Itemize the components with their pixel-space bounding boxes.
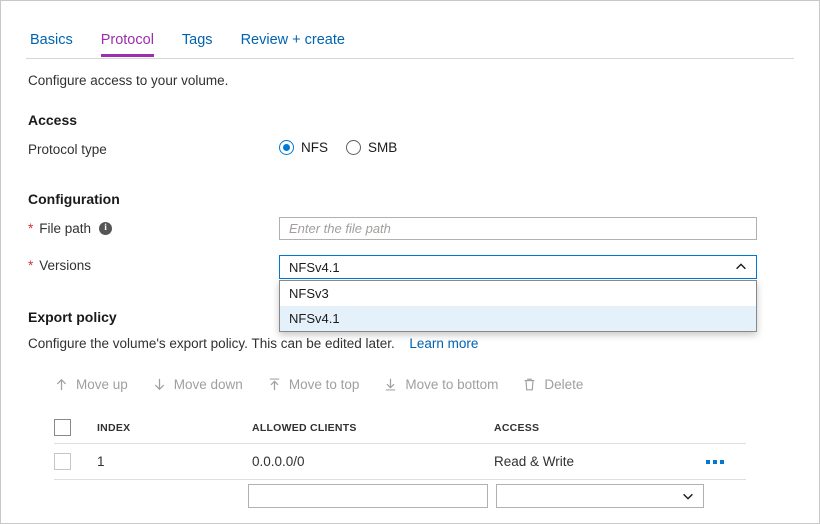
page-intro-text: Configure access to your volume. — [28, 73, 229, 88]
move-up-label: Move up — [76, 377, 128, 392]
tab-basics-label: Basics — [30, 32, 73, 48]
radio-smb-indicator[interactable] — [346, 140, 361, 155]
tab-tags[interactable]: Tags — [168, 32, 227, 57]
versions-dropdown-list: NFSv3 NFSv4.1 — [279, 280, 757, 332]
column-header-index: INDEX — [97, 421, 131, 434]
export-policy-table: INDEX ALLOWED CLIENTS ACCESS 1 0.0.0.0/0… — [54, 412, 746, 480]
arrow-to-top-icon — [267, 377, 282, 392]
column-header-allowed-clients: ALLOWED CLIENTS — [252, 421, 357, 434]
protocol-type-label: Protocol type — [28, 142, 107, 157]
file-path-required-mark: * — [28, 221, 34, 236]
cell-index: 1 — [97, 454, 105, 469]
section-heading-configuration: Configuration — [28, 191, 120, 207]
versions-label: * Versions — [28, 258, 91, 273]
cell-access: Read & Write — [494, 454, 575, 469]
section-heading-export-policy: Export policy — [28, 309, 117, 325]
move-to-bottom-label: Move to bottom — [405, 377, 499, 392]
export-policy-description: Configure the volume's export policy. Th… — [28, 336, 395, 351]
row-checkbox[interactable] — [54, 453, 71, 470]
move-to-bottom-button[interactable]: Move to bottom — [383, 377, 498, 392]
section-heading-access: Access — [28, 112, 78, 128]
tab-review-create-label: Review + create — [240, 32, 345, 48]
versions-selected-value: NFSv4.1 — [289, 259, 340, 275]
tab-divider — [26, 58, 794, 59]
move-to-top-label: Move to top — [288, 377, 360, 392]
versions-label-text: Versions — [39, 258, 92, 273]
delete-button[interactable]: Delete — [522, 377, 583, 392]
protocol-type-label-text: Protocol type — [28, 142, 107, 157]
versions-required-mark: * — [28, 258, 34, 273]
move-to-top-button[interactable]: Move to top — [267, 377, 360, 392]
file-path-input[interactable] — [279, 217, 757, 240]
tab-protocol-label: Protocol — [100, 32, 154, 48]
arrow-to-bottom-icon — [383, 377, 398, 392]
move-up-button[interactable]: Move up — [54, 377, 128, 392]
versions-option-nfsv41-label: NFSv4.1 — [289, 311, 340, 326]
protocol-configuration-page: Basics Protocol Tags Review + create Con… — [0, 0, 820, 524]
chevron-down-icon — [682, 490, 694, 502]
trash-icon — [522, 377, 537, 392]
protocol-type-radio-group: NFS SMB — [279, 140, 397, 155]
export-policy-command-bar: Move up Move down Move to top Move to bo… — [54, 377, 583, 392]
move-down-label: Move down — [173, 377, 243, 392]
new-allowed-clients-input[interactable] — [248, 484, 488, 508]
versions-option-nfsv3-label: NFSv3 — [289, 286, 329, 301]
tab-tags-label: Tags — [181, 32, 213, 48]
tab-bar: Basics Protocol Tags Review + create — [1, 1, 819, 59]
export-policy-description-row: Configure the volume's export policy. Th… — [28, 336, 478, 351]
select-all-checkbox[interactable] — [54, 419, 71, 436]
tab-list: Basics Protocol Tags Review + create — [30, 32, 359, 57]
radio-option-smb[interactable]: SMB — [346, 140, 397, 155]
versions-combobox[interactable]: NFSv4.1 — [279, 255, 757, 279]
radio-nfs-indicator[interactable] — [279, 140, 294, 155]
move-down-button[interactable]: Move down — [152, 377, 243, 392]
versions-option-nfsv3[interactable]: NFSv3 — [280, 281, 756, 306]
file-path-label-text: File path — [39, 221, 92, 236]
radio-option-nfs[interactable]: NFS — [279, 140, 328, 155]
radio-smb-label: SMB — [368, 140, 398, 155]
cell-allowed-clients: 0.0.0.0/0 — [252, 454, 305, 469]
ellipsis-icon[interactable] — [704, 456, 726, 468]
radio-nfs-label: NFS — [301, 140, 328, 155]
file-path-label: * File path i — [28, 221, 113, 236]
table-header-row: INDEX ALLOWED CLIENTS ACCESS — [54, 412, 746, 444]
tab-review-create[interactable]: Review + create — [227, 32, 359, 57]
column-header-access: ACCESS — [494, 421, 540, 434]
delete-label: Delete — [544, 377, 584, 392]
info-icon[interactable]: i — [99, 222, 113, 235]
arrow-up-icon — [54, 377, 69, 392]
table-row[interactable]: 1 0.0.0.0/0 Read & Write — [54, 444, 746, 480]
row-select-cell — [54, 453, 97, 470]
arrow-down-icon — [152, 377, 167, 392]
cell-actions — [704, 456, 746, 468]
tab-basics[interactable]: Basics — [30, 32, 87, 57]
tab-protocol[interactable]: Protocol — [87, 32, 168, 57]
chevron-up-icon — [735, 261, 747, 273]
learn-more-link[interactable]: Learn more — [409, 336, 478, 351]
select-all-cell — [54, 419, 97, 436]
versions-option-nfsv41[interactable]: NFSv4.1 — [280, 306, 756, 331]
new-access-combobox[interactable] — [496, 484, 704, 508]
